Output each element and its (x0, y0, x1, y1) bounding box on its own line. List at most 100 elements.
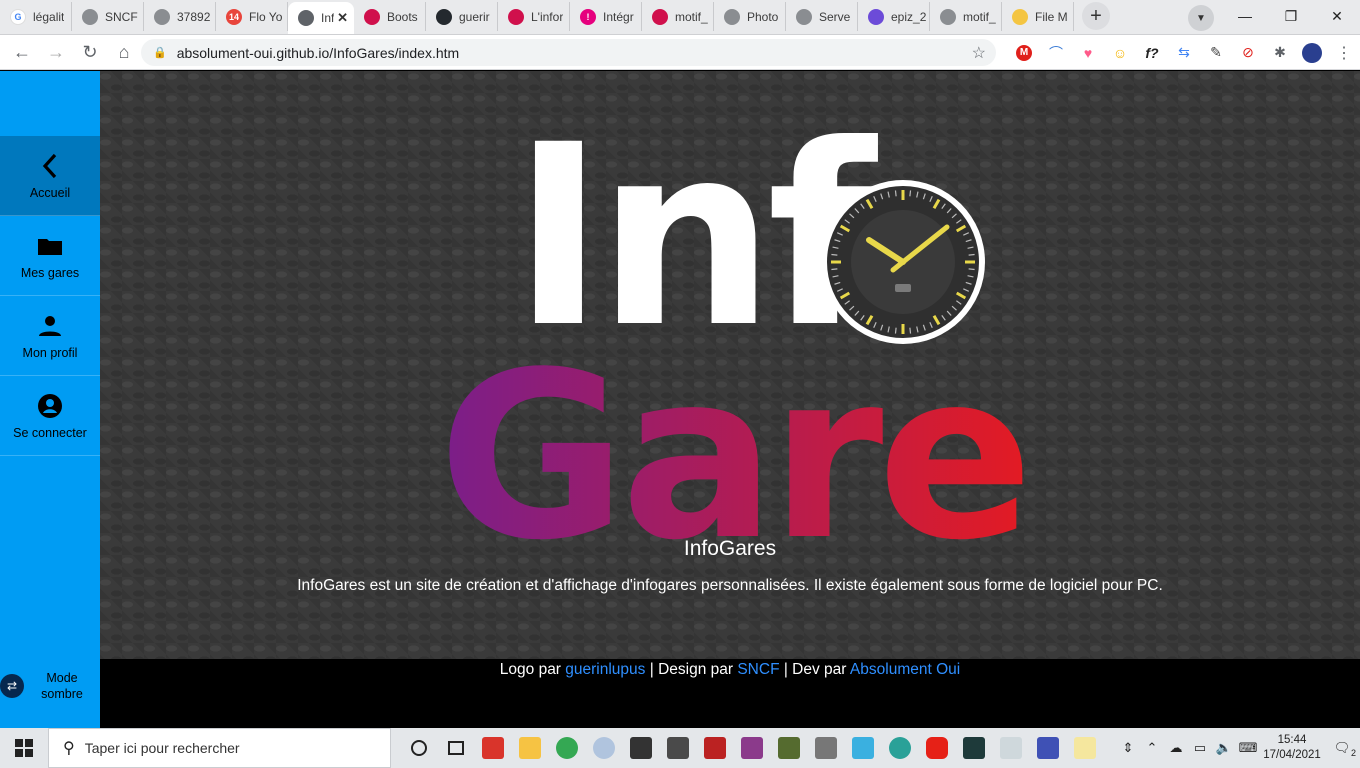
sidebar-item-se-connecter[interactable]: Se connecter (0, 376, 100, 456)
lock-icon: 🔒 (153, 47, 167, 59)
taskbar-search-input[interactable]: ⚲ Taper ici pour rechercher (48, 728, 391, 768)
account-circle-icon (37, 392, 63, 420)
address-bar[interactable]: 🔒 absolument-oui.github.io/InfoGares/ind… (141, 39, 996, 66)
browser-tab[interactable]: motif_ (930, 2, 1002, 31)
system-tray: ⇕ ⌃ ☁ ▭ 🔈 ⌨ 15:44 17/04/2021 🗨 2 (1116, 728, 1360, 768)
dark-mode-label: Mode sombre (41, 671, 83, 701)
extension-smiley-icon[interactable]: ☺ (1104, 37, 1136, 69)
browser-tab[interactable]: guerir (426, 2, 498, 31)
footer-design-author-link[interactable]: SNCF (737, 661, 779, 678)
user-icon (38, 312, 62, 340)
tab-favicon-icon (724, 8, 740, 25)
restore-button[interactable]: ❐ (1268, 0, 1314, 32)
extension-eyedropper-icon[interactable]: ✎ (1200, 37, 1232, 69)
footer-dev-prefix: | Dev par (779, 661, 850, 678)
show-hidden-icons-chevron-icon[interactable]: ⌃ (1140, 740, 1164, 756)
browser-tab[interactable]: ! Intégr (570, 2, 642, 31)
tab-favicon-icon: ! (580, 8, 596, 25)
file-explorer-icon[interactable] (514, 728, 546, 768)
system-clock[interactable]: 15:44 17/04/2021 (1260, 733, 1324, 763)
browser-tab[interactable]: SNCF (72, 2, 144, 31)
keyboard-icon[interactable]: ⌨ (1236, 740, 1260, 756)
app-molecule-icon[interactable] (588, 728, 620, 768)
web-page: Accueil Mes gares Mon profil Se connecte… (0, 71, 1360, 728)
browser-tab[interactable]: Photo (714, 2, 786, 31)
app-network-icon[interactable] (884, 728, 916, 768)
dark-mode-toggle[interactable]: ⇄ Mode sombre (0, 666, 100, 706)
browser-tab[interactable]: Boots (354, 2, 426, 31)
notifications-icon[interactable]: 🗨 2 (1324, 740, 1360, 758)
extension-m-icon[interactable]: M (1008, 37, 1040, 69)
tab-label: File M (1035, 9, 1068, 24)
extension-translate-icon[interactable]: ⇆ (1168, 37, 1200, 69)
clock-time: 15:44 (1277, 734, 1307, 746)
windows-start-button[interactable] (0, 728, 48, 768)
footer-dev-author-link[interactable]: Absolument Oui (850, 661, 960, 678)
browser-tab[interactable]: Serve (786, 2, 858, 31)
browser-tab[interactable]: L'infor (498, 2, 570, 31)
tab-list: Glégalit SNCF 37892 14 Flo Yo Inf ✕ Boots guerir… (0, 0, 1074, 34)
bookmark-star-icon[interactable]: ☆ (972, 43, 986, 63)
app-colorful-icon[interactable] (847, 728, 879, 768)
back-button[interactable]: ← (6, 36, 38, 68)
onedrive-icon[interactable]: ☁ (1164, 740, 1188, 756)
app-notes-icon[interactable] (1069, 728, 1101, 768)
browser-tab[interactable]: epiz_2 (858, 2, 930, 31)
sidebar-item-label: Accueil (29, 185, 71, 200)
reload-button[interactable]: ↻ (74, 36, 106, 68)
new-tab-button[interactable]: + (1082, 2, 1110, 30)
app-locomotive-icon[interactable] (810, 728, 842, 768)
app-game-icon[interactable] (773, 728, 805, 768)
extension-font-icon[interactable]: f? (1136, 37, 1168, 69)
volume-icon[interactable]: 🔈 (1212, 740, 1236, 756)
winrar-icon[interactable] (736, 728, 768, 768)
footer-logo-author-link[interactable]: guerinlupus (565, 661, 645, 678)
home-button[interactable]: ⌂ (108, 36, 140, 68)
sidebar: Accueil Mes gares Mon profil Se connecte… (0, 71, 100, 728)
browser-tab[interactable]: 37892 (144, 2, 216, 31)
app-terminal-icon[interactable] (958, 728, 990, 768)
browser-tab[interactable]: Inf ✕ (288, 2, 354, 34)
sidebar-item-accueil[interactable]: Accueil (0, 136, 100, 216)
tab-label: motif_ (675, 9, 708, 24)
tab-close-icon[interactable]: ✕ (337, 10, 348, 26)
app-bag-icon[interactable] (625, 728, 657, 768)
tab-label: motif_ (963, 9, 996, 24)
chrome-icon[interactable] (551, 728, 583, 768)
app-editor-icon[interactable] (1032, 728, 1064, 768)
task-view-icon[interactable] (440, 728, 472, 768)
extensions-bar: M ⌒ ♥ ☺ f? ⇆ ✎ ⊘ ✱ ⋮ (1008, 35, 1360, 70)
profile-avatar[interactable] (1296, 37, 1328, 69)
tab-favicon-icon (298, 10, 314, 26)
url-text: absolument-oui.github.io/InfoGares/index… (176, 44, 460, 61)
tab-favicon-icon (154, 8, 170, 25)
browser-tab[interactable]: File M (1002, 2, 1074, 31)
tab-favicon-icon (868, 8, 884, 25)
extensions-puzzle-icon[interactable]: ✱ (1264, 37, 1296, 69)
forward-button[interactable]: → (40, 36, 72, 68)
youtube-icon[interactable] (921, 728, 953, 768)
app-red-x-icon[interactable] (477, 728, 509, 768)
chevron-left-icon (41, 152, 59, 180)
app-red-train-icon[interactable] (699, 728, 731, 768)
browser-tab[interactable]: motif_ (642, 2, 714, 31)
extension-ublock-icon[interactable]: ⊘ (1232, 37, 1264, 69)
minimize-button[interactable]: — (1222, 0, 1268, 32)
network-icon[interactable]: ▭ (1188, 740, 1212, 756)
browser-tab[interactable]: 14 Flo Yo (216, 2, 288, 31)
extension-rainbow-icon[interactable]: ⌒ (1040, 37, 1072, 69)
sidebar-item-mon-profil[interactable]: Mon profil (0, 296, 100, 376)
extension-heart-icon[interactable]: ♥ (1072, 37, 1104, 69)
tab-search-button[interactable]: ▼ (1188, 5, 1214, 31)
tray-scroll-icon[interactable]: ⇕ (1116, 740, 1140, 756)
close-window-button[interactable]: ✕ (1314, 0, 1360, 32)
app-chart-icon[interactable] (995, 728, 1027, 768)
tab-label: epiz_2 (891, 9, 927, 24)
app-train-icon[interactable] (662, 728, 694, 768)
browser-tab[interactable]: Glégalit (0, 2, 72, 31)
clock-icon (821, 180, 985, 344)
sidebar-item-mes-gares[interactable]: Mes gares (0, 216, 100, 296)
browser-menu-icon[interactable]: ⋮ (1328, 37, 1360, 69)
sidebar-item-label: Mon profil (22, 345, 78, 360)
cortana-icon[interactable] (403, 728, 435, 768)
